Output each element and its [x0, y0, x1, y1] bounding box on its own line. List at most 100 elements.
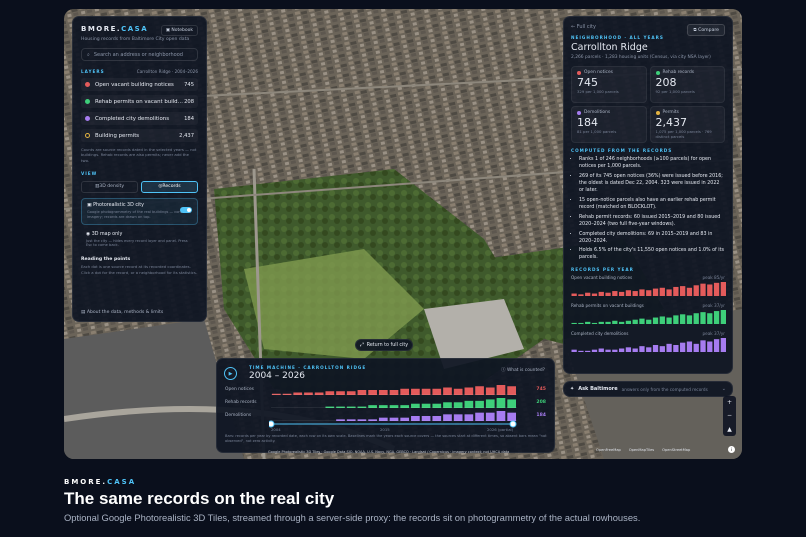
info-icon[interactable]: i	[728, 446, 735, 453]
spark-bar	[598, 348, 604, 353]
tm-bar	[443, 387, 452, 395]
tm-bar	[453, 402, 463, 408]
fact-item: Ranks 1 of 246 neighborhoods (≥100 parce…	[579, 157, 725, 171]
zoom-in-button[interactable]: +	[727, 399, 732, 406]
spark-bar	[652, 345, 659, 353]
layer-count: 184	[184, 115, 194, 122]
spark-bar	[625, 321, 632, 325]
subtitle: Housing records from Baltimore City open…	[81, 37, 190, 42]
spark-bar	[707, 313, 713, 325]
spark-bar	[571, 293, 577, 297]
fact-item: Rehab permit records: 60 issued 2015–201…	[579, 215, 725, 229]
spark-bar	[585, 293, 591, 297]
compare-button[interactable]: ⧉ Compare	[687, 24, 725, 36]
tm-row-label: Rehab records	[225, 400, 257, 405]
map-attribution: Google Photorealistic 3D Tiles · Google …	[268, 450, 510, 454]
what-counted-link[interactable]: ⓘ What is counted?	[501, 367, 545, 373]
computed-title: COMPUTED FROM THE RECORDS	[571, 148, 673, 153]
tab-3d-density[interactable]: ▥ 3D density	[81, 180, 138, 193]
spark-bar	[686, 288, 693, 297]
tm-bar	[464, 400, 474, 408]
spark-bar	[646, 290, 652, 297]
tm-bar	[496, 398, 506, 408]
layer-row[interactable]: Open vacant building notices 745	[81, 78, 198, 91]
sparkline-chart	[571, 338, 726, 353]
spark-bar	[591, 293, 598, 297]
spark-bar	[700, 340, 706, 353]
ask-baltimore-bar[interactable]: ✦ Ask Baltimore answers only from the co…	[563, 381, 733, 397]
stat-label: Open notices	[584, 70, 613, 75]
search-icon: ⌕	[87, 51, 90, 58]
spark-bar	[713, 283, 720, 297]
zoom-out-button[interactable]: −	[727, 412, 732, 419]
layer-label: Rehab permits on vacant build…	[95, 98, 183, 105]
time-machine-panel: ▶ TIME MACHINE · CARROLLTON RIDGE 2004 –…	[216, 358, 555, 453]
tm-bar-chart	[271, 398, 517, 408]
spark-bar	[707, 284, 713, 297]
spark-bar	[632, 320, 638, 325]
stat-label: Demolitions	[584, 110, 611, 115]
notebook-button[interactable]: ▣ Notebook	[160, 25, 198, 36]
caption-description: Optional Google Photorealistic 3D Tiles,…	[64, 512, 641, 523]
spark-bar	[659, 316, 665, 325]
tm-bar	[475, 386, 484, 395]
time-machine-note: Bars: records per year by recorded date,…	[225, 434, 547, 443]
neighborhood-sub: 2,266 parcels · 1,283 housing units (Cen…	[571, 55, 711, 60]
tm-row-label: Open notices	[225, 387, 254, 392]
layer-dot-icon	[85, 82, 90, 87]
layer-row[interactable]: Rehab permits on vacant build… 208	[81, 95, 198, 108]
spark-bar	[686, 315, 693, 325]
spark-bar	[652, 288, 659, 297]
photorealistic-toggle[interactable]	[180, 206, 192, 213]
spark-bar	[720, 282, 726, 297]
spark-bar	[720, 310, 726, 325]
play-button[interactable]: ▶	[224, 367, 237, 380]
spark-bar	[618, 322, 625, 325]
layer-dot-icon	[85, 133, 90, 138]
tab-records[interactable]: ◎ Records	[141, 180, 198, 193]
caption-kicker: BMORE.CASA	[64, 478, 137, 486]
spark-bar	[659, 288, 665, 297]
tm-bar	[432, 388, 442, 395]
spark-bar	[639, 289, 645, 297]
spark-bar	[713, 311, 720, 325]
spark-bar	[585, 322, 591, 325]
stat-sub: 1,075 per 1,000 parcels · 769 distinct p…	[655, 129, 712, 139]
sparkline-chart	[571, 310, 726, 325]
stat-sub: 81 per 1,000 parcels	[577, 129, 617, 134]
photorealistic-3d-option[interactable]: ▣ Photorealistic 3D city Google photogra…	[81, 197, 198, 225]
stat-sub: 92 per 1,000 parcels	[655, 89, 695, 94]
tm-row-total: 184	[536, 413, 546, 418]
tm-bar	[453, 388, 463, 395]
spark-bar	[693, 313, 699, 325]
spark-bar	[571, 323, 577, 325]
spark-bar	[700, 312, 706, 325]
return-full-city-button[interactable]: ⤢ Return to full city	[355, 339, 413, 351]
spark-bar	[598, 322, 604, 325]
spark-bar	[571, 350, 577, 353]
tm-bar	[485, 399, 495, 408]
neighborhood-panel: ← Full city ⧉ Compare NEIGHBORHOOD · ALL…	[563, 16, 733, 374]
layer-row[interactable]: Building permits 2,437	[81, 129, 198, 142]
tm-bar	[507, 399, 516, 408]
spark-bar	[693, 285, 699, 297]
spark-bar	[605, 322, 611, 325]
spark-bar	[598, 292, 604, 297]
tm-bar-chart	[271, 385, 517, 395]
stat-value: 745	[577, 76, 598, 89]
layer-row[interactable]: Completed city demolitions 184	[81, 112, 198, 125]
compass-button[interactable]: ▲	[727, 426, 732, 433]
stat-card: Rehab records 208 92 per 1,000 parcels	[649, 66, 725, 103]
spark-bar	[612, 350, 618, 353]
search-input[interactable]: ⌕ Search an address or neighborhood	[81, 48, 198, 61]
caption-title: The same records on the real city	[64, 489, 335, 508]
view-toggle: ▥ 3D density ◎ Records	[81, 180, 198, 193]
expand-icon: ⤢	[359, 343, 364, 348]
about-link[interactable]: ▤ About the data, methods & limits	[81, 310, 163, 315]
map-only-option[interactable]: ◉ 3D map only Just the city — hides ever…	[81, 229, 198, 252]
layers-note: Counts are source records dated in the s…	[81, 147, 197, 163]
year-slider[interactable]	[269, 419, 519, 429]
spark-bar	[666, 344, 672, 353]
cube-icon: ▣	[87, 202, 92, 208]
view-header: VIEW	[81, 170, 98, 176]
